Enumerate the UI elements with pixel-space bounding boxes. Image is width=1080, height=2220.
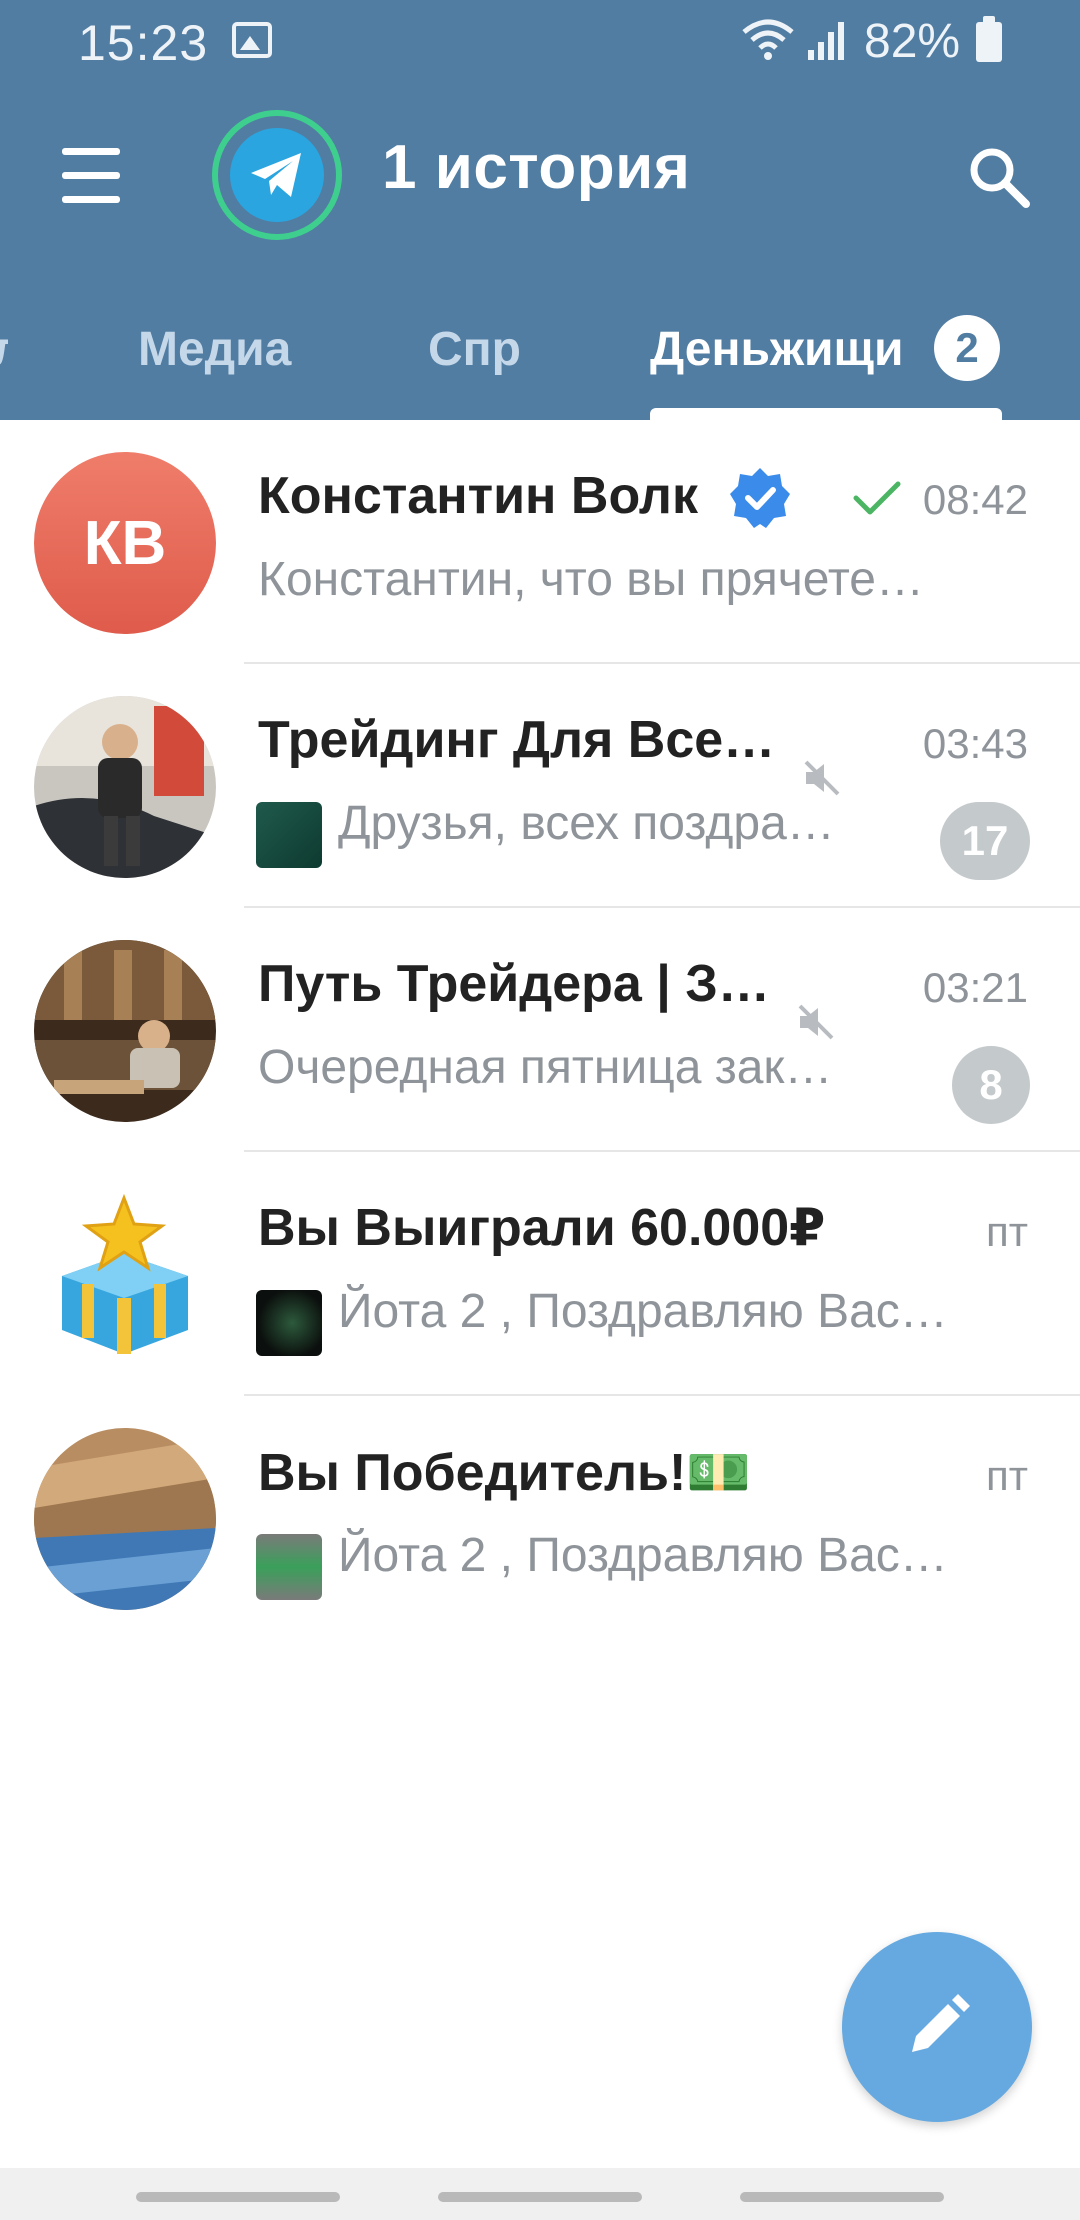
avatar <box>34 696 216 878</box>
system-nav-bar <box>0 2168 1080 2220</box>
muted-icon <box>804 760 840 796</box>
chat-preview: Очередная пятница зак… <box>258 1041 833 1094</box>
compose-button[interactable] <box>842 1932 1032 2122</box>
chat-row[interactable]: Вы Выиграли 60.000₽ пт Йота 2 , Поздравл… <box>0 1152 1080 1396</box>
status-bar: 15:23 82% <box>0 0 1080 82</box>
gallery-notification-icon <box>232 22 272 58</box>
tab-media[interactable]: Медиа <box>138 322 291 377</box>
media-thumbnail <box>256 802 322 868</box>
chat-preview: Друзья, всех поздра… <box>338 797 835 850</box>
chat-time: пт <box>986 1208 1028 1255</box>
menu-button[interactable] <box>56 148 128 204</box>
chat-name: Константин Волк <box>258 467 698 525</box>
media-thumbnail <box>256 1534 322 1600</box>
gift-box-icon <box>34 1184 216 1366</box>
tab-unread-badge: 2 <box>934 315 1000 381</box>
search-icon[interactable] <box>964 142 1036 214</box>
nav-back-handle[interactable] <box>136 2192 340 2202</box>
nav-recents-handle[interactable] <box>740 2192 944 2202</box>
verified-badge-icon <box>730 468 790 528</box>
chat-name: Путь Трейдера | З… <box>258 955 770 1013</box>
chat-row[interactable]: Путь Трейдера | З… 03:21 Очередная пятни… <box>0 908 1080 1152</box>
avatar: КВ <box>34 452 216 634</box>
status-time: 15:23 <box>78 15 209 71</box>
chat-row[interactable]: КВ Константин Волк 08:42 Константин, что… <box>0 420 1080 664</box>
chat-time: 03:43 <box>922 720 1028 767</box>
menu-icon <box>62 148 120 155</box>
chat-row[interactable]: Вы Победитель!💵 пт Йота 2 , Поздравляю В… <box>0 1396 1080 1640</box>
chat-name: Трейдинг Для Все… <box>258 711 776 769</box>
chat-preview: Константин, что вы прячете… <box>258 553 924 606</box>
tab-spr[interactable]: Спр <box>428 322 521 377</box>
nav-home-handle[interactable] <box>438 2192 642 2202</box>
tab-denzhishchi[interactable]: Деньжищи <box>650 322 904 377</box>
chat-time: 03:21 <box>922 964 1028 1011</box>
active-tab-indicator <box>650 408 1002 420</box>
chat-name: Вы Выиграли 60.000₽ <box>258 1199 826 1257</box>
signal-icon <box>808 22 844 60</box>
wifi-icon <box>742 19 794 60</box>
app-header: 15:23 82% 1 история Медиа Спр Деньжищи 2 <box>0 0 1080 420</box>
paper-plane-icon <box>251 153 301 197</box>
chat-row[interactable]: Трейдинг Для Все… 03:43 Друзья, всех поз… <box>0 664 1080 908</box>
avatar <box>34 940 216 1122</box>
unread-count-badge: 17 <box>940 802 1030 880</box>
stories-avatar[interactable] <box>212 110 342 240</box>
battery-percent: 82% <box>864 15 961 68</box>
chat-preview: Йота 2 , Поздравляю Вас… <box>338 1285 948 1338</box>
chat-time: 08:42 <box>922 476 1028 523</box>
header-title[interactable]: 1 история <box>382 132 690 203</box>
folder-tabs: л Медиа Спр Деньжищи <box>0 300 1080 420</box>
tab-previous-partial[interactable]: л <box>0 322 8 377</box>
chat-time: пт <box>986 1452 1028 1499</box>
media-thumbnail <box>256 1290 322 1356</box>
avatar <box>34 1428 216 1610</box>
chat-name: Вы Победитель!💵 <box>258 1444 752 1502</box>
pencil-icon <box>912 1994 970 2052</box>
battery-icon <box>976 16 1002 62</box>
muted-icon <box>798 1004 834 1040</box>
telegram-logo-icon <box>230 128 324 222</box>
unread-count-badge: 8 <box>952 1046 1030 1124</box>
chat-preview: Йота 2 , Поздравляю Вас… <box>338 1529 948 1582</box>
read-check-icon <box>853 481 901 515</box>
